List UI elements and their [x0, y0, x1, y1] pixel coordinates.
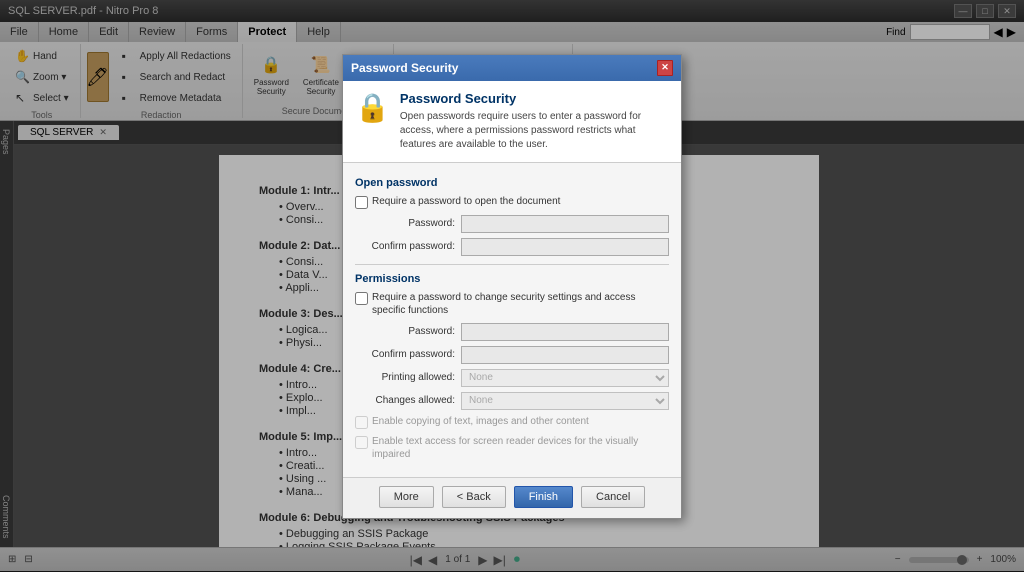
permissions-checkbox-label: Require a password to change security se…: [372, 291, 669, 317]
dialog-title: Password Security: [351, 61, 458, 75]
permissions-checkbox-row: Require a password to change security se…: [355, 291, 669, 317]
perm-confirm-label: Confirm password:: [355, 349, 455, 360]
dialog-header-title: Password Security: [400, 91, 669, 106]
permissions-section-title: Permissions: [355, 273, 669, 285]
cancel-button[interactable]: Cancel: [581, 486, 645, 508]
password-input[interactable]: [461, 215, 669, 233]
changes-select[interactable]: None: [461, 392, 669, 410]
perm-confirm-row: Confirm password:: [355, 346, 669, 364]
screen-reader-checkbox[interactable]: [355, 436, 368, 449]
dialog-titlebar: Password Security ✕: [343, 55, 681, 81]
finish-button[interactable]: Finish: [514, 486, 573, 508]
changes-label: Changes allowed:: [355, 395, 455, 406]
printing-row: Printing allowed: None: [355, 369, 669, 387]
dialog-header-text: Password Security Open passwords require…: [400, 91, 669, 152]
copy-checkbox[interactable]: [355, 416, 368, 429]
dialog-header-desc: Open passwords require users to enter a …: [400, 110, 669, 152]
printing-select[interactable]: None: [461, 369, 669, 387]
open-password-checkbox[interactable]: [355, 196, 368, 209]
confirm-password-input[interactable]: [461, 238, 669, 256]
password-security-dialog: Password Security ✕ 🔒 Password Security …: [342, 54, 682, 519]
screen-reader-checkbox-label: Enable text access for screen reader dev…: [372, 435, 669, 461]
password-label: Password:: [355, 218, 455, 229]
printing-label: Printing allowed:: [355, 372, 455, 383]
open-password-checkbox-row: Require a password to open the document: [355, 195, 669, 209]
perm-password-input[interactable]: [461, 323, 669, 341]
dialog-header: 🔒 Password Security Open passwords requi…: [343, 81, 681, 163]
more-button[interactable]: More: [379, 486, 434, 508]
confirm-password-label: Confirm password:: [355, 241, 455, 252]
confirm-password-row: Confirm password:: [355, 238, 669, 256]
dialog-footer: More < Back Finish Cancel: [343, 477, 681, 518]
back-button[interactable]: < Back: [442, 486, 506, 508]
dialog-overlay: Password Security ✕ 🔒 Password Security …: [0, 0, 1024, 572]
perm-password-label: Password:: [355, 326, 455, 337]
open-password-section-title: Open password: [355, 177, 669, 189]
perm-confirm-input[interactable]: [461, 346, 669, 364]
copy-checkbox-row: Enable copying of text, images and other…: [355, 415, 669, 429]
dialog-close-button[interactable]: ✕: [657, 60, 673, 76]
screen-reader-checkbox-row: Enable text access for screen reader dev…: [355, 435, 669, 461]
copy-checkbox-label: Enable copying of text, images and other…: [372, 415, 589, 428]
lock-icon: 🔒: [355, 91, 390, 124]
password-row: Password:: [355, 215, 669, 233]
perm-password-row: Password:: [355, 323, 669, 341]
open-password-checkbox-label: Require a password to open the document: [372, 195, 560, 208]
dialog-body: Open password Require a password to open…: [343, 163, 681, 477]
changes-row: Changes allowed: None: [355, 392, 669, 410]
permissions-checkbox[interactable]: [355, 292, 368, 305]
